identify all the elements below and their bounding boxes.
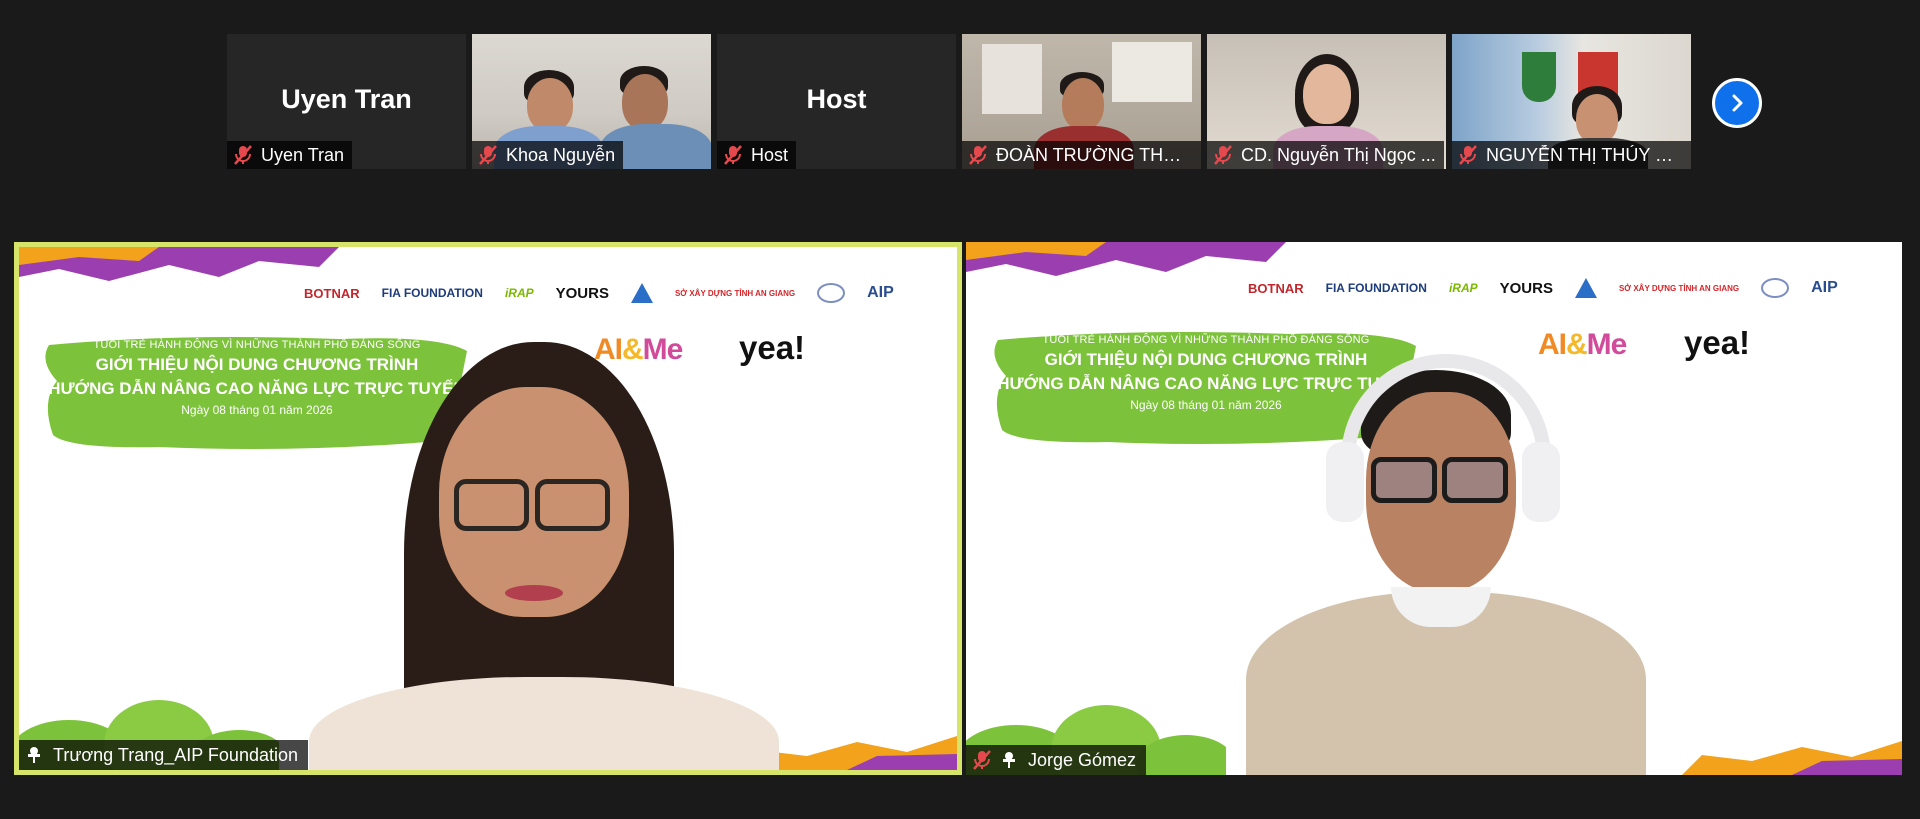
partner-logos: BOTNAR FIA FOUNDATION iRAP YOURS SỞ XÂY … (304, 283, 894, 303)
aime-logo: AI&Me (594, 333, 683, 366)
participant-name: NGUYỄN THỊ THÚY HẰ... (1486, 144, 1683, 165)
logo-fia: FIA FOUNDATION (381, 286, 483, 300)
participant-thumbnail[interactable]: Uyen Tran Uyen Tran (227, 34, 466, 169)
mic-off-icon (479, 145, 497, 165)
banner-text: TUỔI TRẺ HÀNH ĐỘNG VÌ NHỮNG THÀNH PHỐ ĐÁ… (47, 339, 467, 417)
participant-name: CD. Nguyễn Thị Ngọc ... (1241, 144, 1436, 165)
seal-logo-icon (817, 283, 846, 303)
banner-title-line1: GIỚI THIỆU NỘI DUNG CHƯƠNG TRÌNH (1044, 350, 1368, 369)
mic-off-icon (1214, 145, 1232, 165)
logo-aip: AIP (1811, 279, 1838, 296)
logo-irap: iRAP (1448, 281, 1478, 295)
participant-thumbnail[interactable]: CD. Nguyễn Thị Ngọc ... (1207, 34, 1446, 169)
logo-yours: YOURS (1499, 279, 1553, 297)
yea-logo: yea! (739, 329, 806, 366)
banner-date: Ngày 08 tháng 01 năm 2026 (181, 403, 333, 417)
main-video-tile[interactable]: BOTNAR FIA FOUNDATION iRAP YOURS SỞ XÂY … (14, 242, 962, 775)
paint-stroke-decoration (966, 242, 1286, 276)
participant-thumbnail[interactable]: NGUYỄN THỊ THÚY HẰ... (1452, 34, 1691, 169)
triangle-logo-icon (1574, 278, 1597, 298)
banner-subtitle: TUỔI TRẺ HÀNH ĐỘNG VÌ NHỮNG THÀNH PHỐ ĐÁ… (93, 339, 421, 351)
mic-off-icon (1459, 145, 1477, 165)
participant-name: Trương Trang_AIP Foundation (53, 744, 298, 765)
participant-label: CD. Nguyễn Thị Ngọc ... (1207, 141, 1444, 169)
participant-label: ĐOÀN TRƯỜNG THCS-... (962, 141, 1201, 169)
paint-stroke-decoration (19, 247, 339, 281)
participant-label: Jorge Gómez (966, 745, 1147, 775)
logo-aip: AIP (867, 284, 894, 301)
mic-off-icon (973, 750, 991, 770)
logo-yours: YOURS (555, 284, 609, 302)
participant-name: Uyen Tran (261, 144, 345, 165)
next-page-button[interactable] (1712, 78, 1762, 128)
banner-title-line2: HƯỚNG DẪN NÂNG CAO NĂNG LỰC TRỰC TUYẾN (48, 379, 466, 398)
logo-so-xay-dung: SỞ XÂY DỰNG TỈNH AN GIANG (1618, 283, 1740, 293)
chevron-right-icon (1732, 94, 1743, 112)
participant-label: NGUYỄN THỊ THÚY HẰ... (1452, 141, 1691, 169)
participant-strip: Uyen Tran Uyen Tran Khoa Nguyễn Host Hos… (227, 34, 1691, 169)
participant-label: Uyen Tran (227, 141, 353, 169)
participant-label: Trương Trang_AIP Foundation (19, 740, 308, 770)
paint-stroke-decoration (1682, 741, 1902, 775)
participant-display-name: Host (806, 84, 867, 114)
mic-off-icon (234, 145, 252, 165)
participant-label: Khoa Nguyễn (472, 141, 624, 169)
banner-title-line1: GIỚI THIỆU NỘI DUNG CHƯƠNG TRÌNH (95, 355, 419, 374)
participant-name: Khoa Nguyễn (506, 144, 616, 165)
participant-thumbnail[interactable]: Khoa Nguyễn (472, 34, 711, 169)
virtual-background: BOTNAR FIA FOUNDATION iRAP YOURS SỞ XÂY … (19, 247, 957, 770)
banner-title-line2: HƯỚNG DẪN NÂNG CAO NĂNG LỰC TRỰC TUYẾN (997, 374, 1415, 393)
banner-subtitle: TUỔI TRẺ HÀNH ĐỘNG VÌ NHỮNG THÀNH PHỐ ĐÁ… (1042, 334, 1370, 346)
logo-irap: iRAP (504, 286, 534, 300)
virtual-background: BOTNAR FIA FOUNDATION iRAP YOURS SỞ XÂY … (966, 242, 1902, 775)
participant-label: Host (717, 141, 797, 169)
aime-logo: AI&Me (1538, 328, 1627, 361)
pin-icon (1003, 752, 1015, 768)
banner-text: TUỔI TRẺ HÀNH ĐỘNG VÌ NHỮNG THÀNH PHỐ ĐÁ… (996, 334, 1416, 412)
participant-thumbnail[interactable]: Host Host (717, 34, 956, 169)
participant-name: Jorge Gómez (1028, 749, 1137, 770)
yea-logo: yea! (1684, 324, 1751, 361)
mic-off-icon (724, 145, 742, 165)
logo-botnar: BOTNAR (1248, 280, 1304, 296)
partner-logos: BOTNAR FIA FOUNDATION iRAP YOURS SỞ XÂY … (1248, 278, 1838, 298)
mic-off-icon (969, 145, 987, 165)
triangle-logo-icon (630, 283, 653, 303)
pin-icon (28, 747, 40, 763)
participant-name: Host (751, 144, 789, 165)
participant-name: ĐOÀN TRƯỜNG THCS-... (996, 144, 1193, 165)
seal-logo-icon (1761, 278, 1790, 298)
logo-so-xay-dung: SỞ XÂY DỰNG TỈNH AN GIANG (674, 288, 796, 298)
logo-botnar: BOTNAR (304, 285, 360, 301)
main-video-tile[interactable]: BOTNAR FIA FOUNDATION iRAP YOURS SỞ XÂY … (966, 242, 1902, 775)
participant-thumbnail[interactable]: ĐOÀN TRƯỜNG THCS-... (962, 34, 1201, 169)
logo-fia: FIA FOUNDATION (1325, 281, 1427, 295)
participant-display-name: Uyen Tran (281, 84, 412, 114)
